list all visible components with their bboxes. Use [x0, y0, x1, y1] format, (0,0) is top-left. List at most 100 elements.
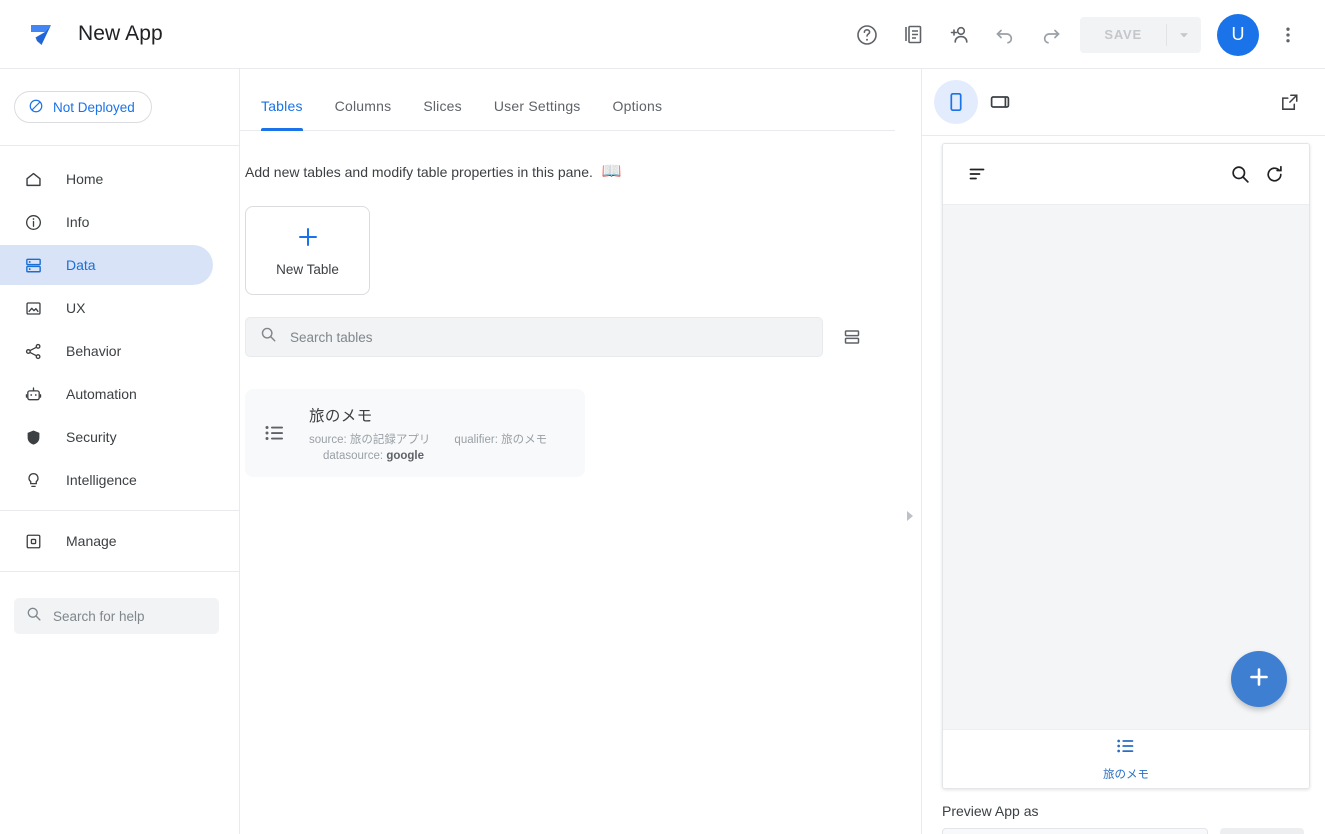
- sidebar-item-intelligence[interactable]: Intelligence: [0, 460, 213, 500]
- sidebar-item-label: Info: [66, 214, 89, 230]
- sidebar-item-label: Security: [66, 429, 117, 445]
- open-book-emoji-icon[interactable]: 📖: [602, 164, 622, 180]
- top-bar-actions: SAVE U: [844, 0, 1311, 69]
- appsheet-editor: New App: [0, 0, 1325, 834]
- search-tables-box[interactable]: [245, 317, 823, 357]
- table-datasource-label: datasource:: [323, 450, 383, 462]
- sidebar-item-label: Data: [66, 257, 96, 273]
- table-qualifier-value: 旅のメモ: [501, 434, 547, 446]
- table-qualifier-label: qualifier:: [454, 434, 497, 446]
- save-button-group: SAVE: [1080, 17, 1201, 53]
- table-datasource: datasource: google: [309, 450, 547, 462]
- tab-options[interactable]: Options: [597, 98, 679, 130]
- tab-slices[interactable]: Slices: [407, 98, 478, 130]
- appsheet-logo-icon[interactable]: [22, 15, 60, 53]
- documentation-icon[interactable]: [890, 12, 936, 58]
- table-datasource-value: google: [386, 450, 424, 462]
- lightbulb-icon: [22, 469, 44, 491]
- tab-user-settings[interactable]: User Settings: [478, 98, 597, 130]
- main-panel: Tables Columns Slices User Settings Opti…: [240, 69, 920, 834]
- preview-as-button[interactable]: [1220, 828, 1304, 834]
- new-table-button[interactable]: New Table: [245, 206, 370, 295]
- sidebar-item-automation[interactable]: Automation: [0, 374, 213, 414]
- table-meta: source: 旅の記録アプリ qualifier: 旅のメモ: [309, 431, 547, 447]
- list-view-toggle-icon[interactable]: [833, 318, 871, 356]
- preview-as-input[interactable]: [942, 828, 1208, 834]
- open-in-new-icon[interactable]: [1267, 80, 1311, 124]
- share-nodes-icon: [22, 340, 44, 362]
- preview-as-row: [942, 828, 1304, 834]
- plus-icon: [295, 224, 321, 255]
- sidebar-item-label: Intelligence: [66, 472, 137, 488]
- table-search-row: [245, 317, 920, 357]
- left-sidebar: Not Deployed Home Info: [0, 69, 240, 834]
- refresh-icon[interactable]: [1257, 157, 1291, 191]
- tab-tables[interactable]: Tables: [245, 98, 319, 130]
- home-icon: [22, 168, 44, 190]
- sidebar-divider-mid: [0, 510, 239, 511]
- sidebar-item-label: Behavior: [66, 343, 121, 359]
- search-tables-input[interactable]: [290, 330, 590, 345]
- preview-panel: 旅のメモ Preview App as: [921, 69, 1325, 834]
- table-source-label: source:: [309, 434, 347, 446]
- tablet-icon[interactable]: [978, 80, 1022, 124]
- avatar[interactable]: U: [1217, 14, 1259, 56]
- more-vertical-icon[interactable]: [1265, 12, 1311, 58]
- phone-icon[interactable]: [934, 80, 978, 124]
- pane-description-text: Add new tables and modify table properti…: [245, 164, 593, 180]
- table-row-body: 旅のメモ source: 旅の記録アプリ qualifier: 旅のメモ dat…: [309, 404, 547, 462]
- top-bar: New App: [0, 0, 1325, 69]
- triangle-right-icon[interactable]: [900, 506, 920, 526]
- shield-icon: [22, 426, 44, 448]
- sidebar-item-label: UX: [66, 300, 85, 316]
- tab-columns[interactable]: Columns: [319, 98, 408, 130]
- bottom-nav-label: 旅のメモ: [1103, 766, 1149, 782]
- list-icon: [1115, 735, 1137, 762]
- sidebar-divider-bottom: [0, 571, 239, 572]
- image-icon: [22, 297, 44, 319]
- pane-description: Add new tables and modify table properti…: [245, 164, 920, 180]
- sidebar-item-label: Home: [66, 171, 103, 187]
- bottom-nav-item[interactable]: 旅のメモ: [1077, 727, 1175, 789]
- list-icon: [261, 421, 289, 445]
- add-person-icon[interactable]: [936, 12, 982, 58]
- app-title: New App: [78, 22, 163, 46]
- tab-bar: Tables Columns Slices User Settings Opti…: [240, 69, 895, 131]
- sidebar-item-ux[interactable]: UX: [0, 288, 213, 328]
- sidebar-nav: Home Info Data: [0, 146, 239, 572]
- add-record-fab[interactable]: [1231, 651, 1287, 707]
- table-row[interactable]: 旅のメモ source: 旅の記録アプリ qualifier: 旅のメモ dat…: [245, 389, 585, 477]
- chevron-down-icon[interactable]: [1167, 17, 1201, 53]
- table-source-value: 旅の記録アプリ: [350, 434, 431, 446]
- preview-as-label: Preview App as: [942, 803, 1039, 819]
- sidebar-item-label: Manage: [66, 533, 117, 549]
- help-circle-icon[interactable]: [844, 12, 890, 58]
- help-search-box[interactable]: [14, 598, 219, 634]
- table-qualifier: qualifier: 旅のメモ: [454, 431, 547, 447]
- sidebar-item-label: Automation: [66, 386, 137, 402]
- plus-icon: [1246, 664, 1272, 695]
- sidebar-item-info[interactable]: Info: [0, 202, 213, 242]
- search-icon: [26, 606, 42, 627]
- phone-content-area: [943, 205, 1309, 729]
- redo-icon[interactable]: [1028, 12, 1074, 58]
- search-icon[interactable]: [1223, 157, 1257, 191]
- sidebar-item-manage[interactable]: Manage: [0, 521, 213, 561]
- undo-icon[interactable]: [982, 12, 1028, 58]
- new-table-label: New Table: [276, 262, 339, 277]
- sort-lines-icon[interactable]: [961, 157, 995, 191]
- status-badge[interactable]: Not Deployed: [14, 91, 152, 123]
- blocked-icon: [28, 98, 44, 117]
- sidebar-item-home[interactable]: Home: [0, 159, 213, 199]
- save-button[interactable]: SAVE: [1080, 17, 1166, 53]
- search-icon: [260, 326, 277, 348]
- robot-icon: [22, 383, 44, 405]
- sidebar-item-security[interactable]: Security: [0, 417, 213, 457]
- info-icon: [22, 211, 44, 233]
- phone-preview: 旅のメモ: [942, 143, 1310, 789]
- table-source: source: 旅の記録アプリ: [309, 431, 430, 447]
- sidebar-item-behavior[interactable]: Behavior: [0, 331, 213, 371]
- database-icon: [22, 254, 44, 276]
- sidebar-item-data[interactable]: Data: [0, 245, 213, 285]
- help-search-input[interactable]: [53, 609, 203, 624]
